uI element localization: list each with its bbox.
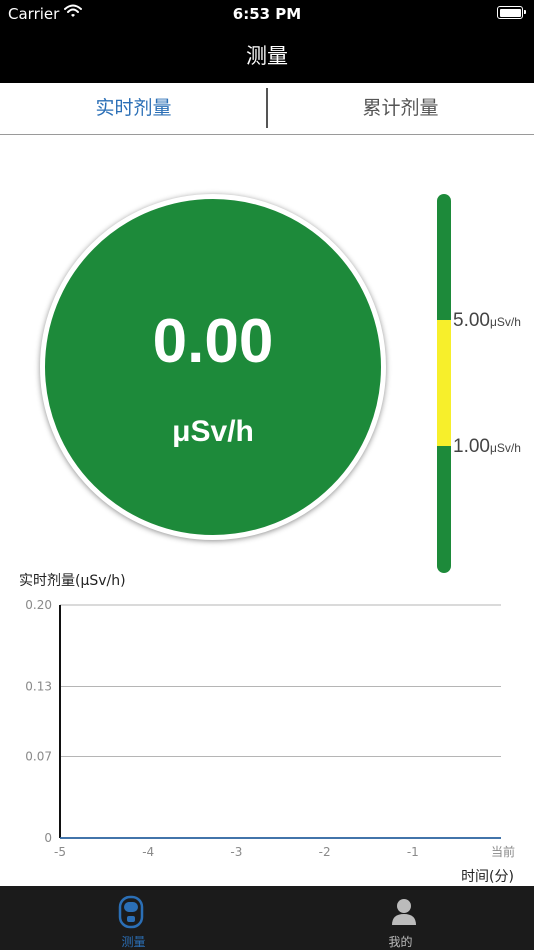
scale-segment-mid	[437, 320, 451, 446]
bottom-tab-measure-label: 测量	[121, 935, 146, 949]
chart-y-tick-label: 0.20	[25, 598, 52, 612]
scale-label-high: 5.00μSv/h	[453, 310, 521, 332]
status-bar: Carrier 6:53 PM	[0, 0, 534, 28]
chart-x-tick-label: -4	[142, 845, 154, 859]
clock: 6:53 PM	[232, 5, 302, 23]
top-bar: Carrier 6:53 PM 测量	[0, 0, 534, 83]
dose-gauge: 0.00 μSv/h	[40, 194, 386, 540]
tab-realtime-dose[interactable]: 实时剂量	[0, 83, 267, 133]
battery-icon	[497, 6, 526, 19]
chart-x-tick-label: 当前	[491, 844, 515, 859]
bottom-tab-mine[interactable]: 我的	[267, 886, 534, 950]
dose-scale-bar	[437, 194, 451, 573]
chart-y-axis-label: 实时剂量(μSv/h)	[19, 573, 126, 589]
page-title: 测量	[246, 44, 288, 68]
bottom-tab-mine-label: 我的	[388, 935, 413, 949]
dose-unit: μSv/h	[172, 415, 254, 448]
scale-label-low-unit: μSv/h	[489, 441, 521, 455]
chart-x-tick-label: -5	[54, 845, 66, 859]
scale-label-high-unit: μSv/h	[489, 315, 521, 329]
scale-label-low-value: 1.00	[453, 436, 490, 457]
chart-x-tick-label: -1	[407, 845, 419, 859]
tab-cumulative-dose[interactable]: 累计剂量	[267, 83, 534, 133]
detector-icon	[118, 895, 144, 933]
chart-x-tick-label: -3	[230, 845, 242, 859]
bottom-tab-bar: 测量 我的	[0, 886, 534, 950]
chart-y-tick-label: 0.13	[25, 680, 52, 694]
dose-value: 0.00	[152, 307, 274, 376]
scale-segment-low	[437, 446, 451, 573]
chart-x-tick-label: -2	[319, 845, 331, 859]
scale-segment-high	[437, 194, 451, 320]
chart-y-tick-label: 0	[44, 831, 52, 845]
segment-tabs: 实时剂量 累计剂量	[0, 83, 534, 135]
scale-label-low: 1.00μSv/h	[453, 436, 521, 458]
chart-y-tick-label: 0.07	[25, 749, 52, 763]
scale-label-high-value: 5.00	[453, 310, 490, 331]
person-icon	[391, 898, 417, 930]
dose-history-chart: 0 0.07 0.13 0.20 -5 -4 -3 -2 -1 当前	[25, 598, 515, 859]
chart-x-axis-label: 时间(分)	[461, 869, 514, 885]
bottom-tab-measure[interactable]: 测量	[0, 886, 267, 950]
